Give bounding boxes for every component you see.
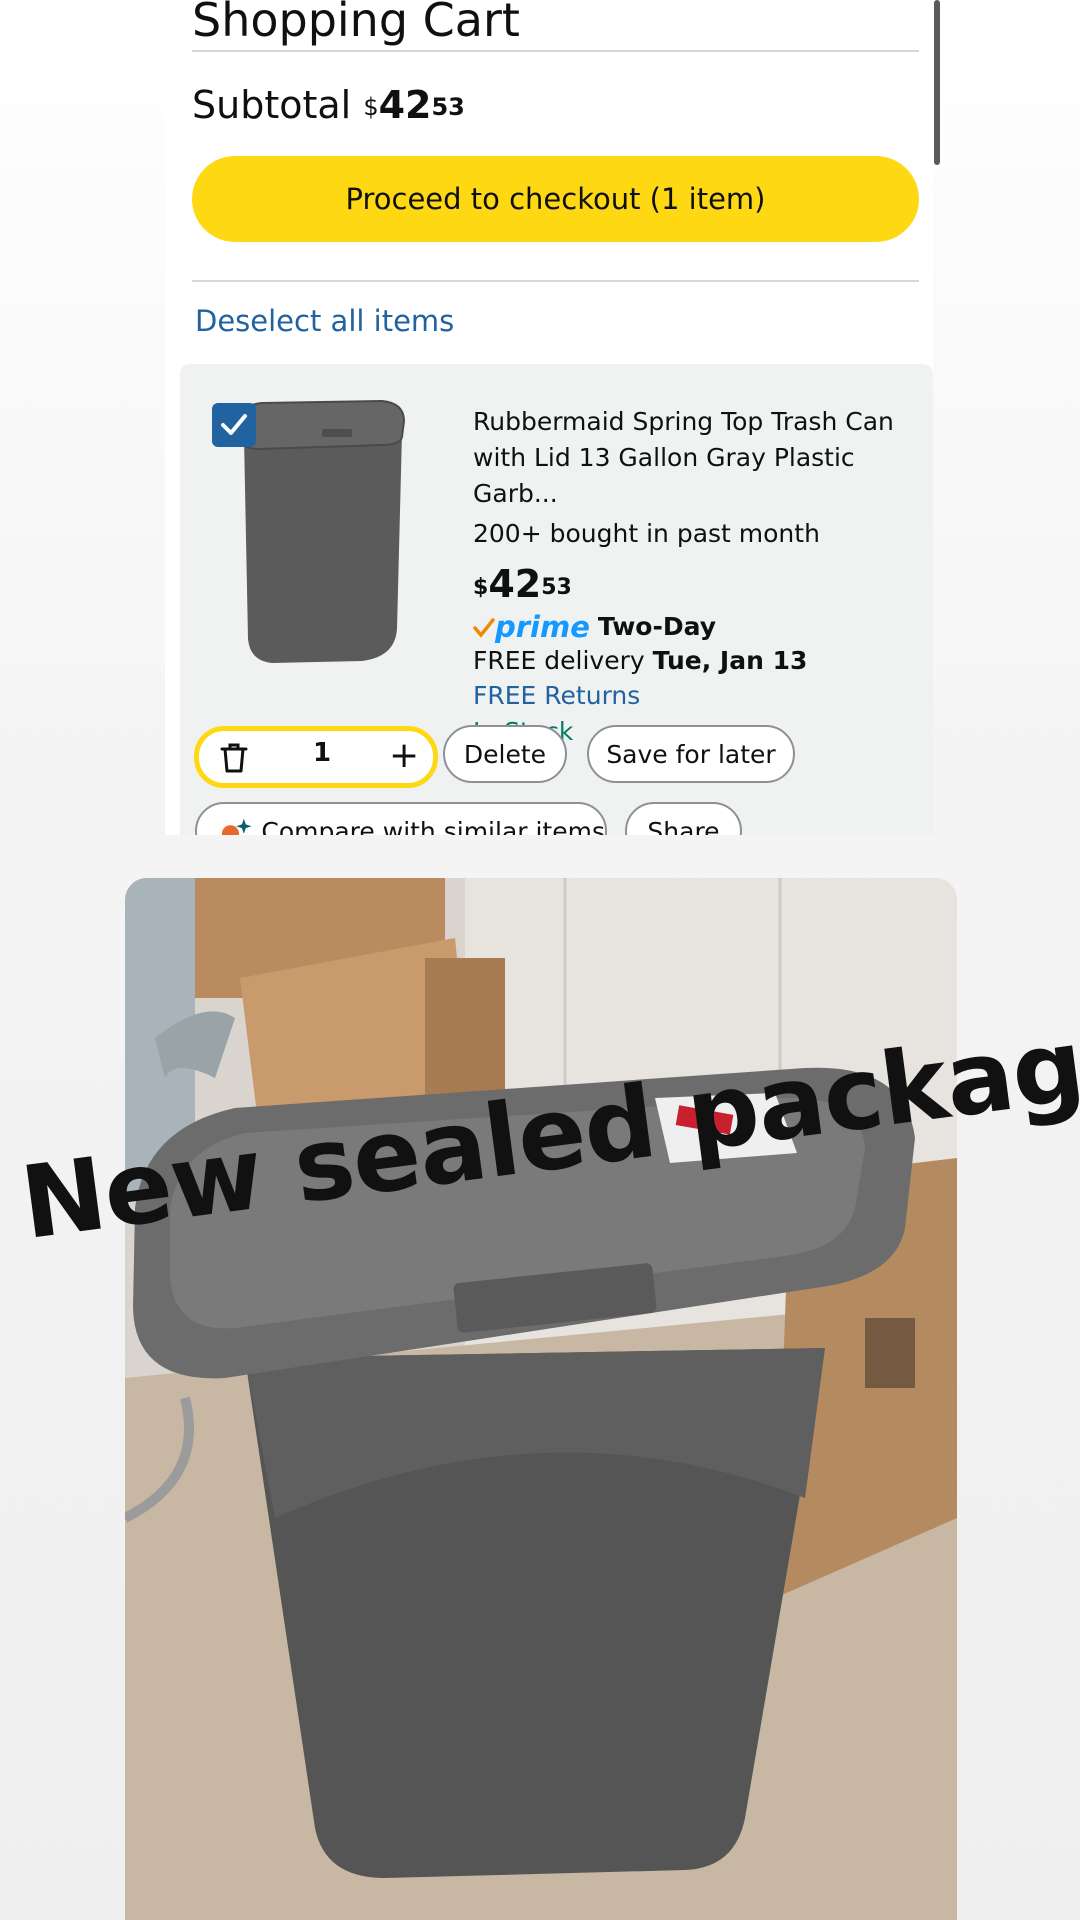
prime-check-icon xyxy=(473,618,495,638)
subtotal-dollars: 42 xyxy=(378,83,432,127)
product-title-line-2: with Lid 13 Gallon Gray Plastic Garb... xyxy=(473,443,855,508)
subtotal-currency: $ xyxy=(363,93,379,121)
prime-badge: prime Two-Day xyxy=(473,610,923,644)
item-price-dollars: 42 xyxy=(488,562,542,606)
save-for-later-label: Save for later xyxy=(606,739,776,769)
product-title[interactable]: Rubbermaid Spring Top Trash Can with Lid… xyxy=(473,404,923,512)
item-price-currency: $ xyxy=(473,575,489,600)
title-divider xyxy=(192,50,919,52)
delivery-prefix: FREE delivery xyxy=(473,646,645,675)
delete-button[interactable]: Delete xyxy=(443,725,567,783)
bought-count: 200+ bought in past month xyxy=(473,519,820,548)
shopping-cart-screenshot: Shopping Cart Subtotal $4253 Proceed to … xyxy=(165,0,933,835)
prime-tier: Two-Day xyxy=(597,612,716,641)
delete-label: Delete xyxy=(463,739,547,769)
trash-icon[interactable] xyxy=(219,742,249,774)
save-for-later-button[interactable]: Save for later xyxy=(587,725,795,783)
compare-label: Compare with similar items xyxy=(261,816,605,836)
subtotal-label: Subtotal xyxy=(192,83,352,127)
free-returns-link[interactable]: FREE Returns xyxy=(473,678,923,714)
quantity-stepper[interactable]: 1 + xyxy=(194,726,438,788)
deselect-all-link[interactable]: Deselect all items xyxy=(195,304,454,338)
plus-icon[interactable]: + xyxy=(389,731,419,781)
trash-can-thumbnail[interactable] xyxy=(232,399,407,664)
section-divider xyxy=(192,280,919,282)
subtotal: Subtotal $4253 xyxy=(192,80,465,130)
delivery-info: FREE delivery Tue, Jan 13 xyxy=(473,644,923,678)
item-select-checkbox[interactable] xyxy=(212,403,256,447)
product-title-line-1: Rubbermaid Spring Top Trash Can xyxy=(473,407,894,436)
checkmark-icon xyxy=(221,414,247,435)
checkout-label: Proceed to checkout (1 item) xyxy=(345,182,766,216)
item-price-cents: 53 xyxy=(541,575,572,600)
delivery-date: Tue, Jan 13 xyxy=(652,646,808,675)
product-photo xyxy=(125,878,957,1920)
sparkle-icon xyxy=(221,818,252,835)
item-details: Rubbermaid Spring Top Trash Can with Lid… xyxy=(473,404,923,750)
page-title: Shopping Cart xyxy=(192,0,520,47)
share-button[interactable]: Share xyxy=(625,802,742,835)
quantity-value: 1 xyxy=(312,738,332,768)
scrollbar[interactable] xyxy=(934,0,940,165)
subtotal-cents: 53 xyxy=(431,93,465,121)
prime-word: prime xyxy=(495,610,590,644)
cart-item: Rubbermaid Spring Top Trash Can with Lid… xyxy=(180,364,933,835)
proceed-to-checkout-button[interactable]: Proceed to checkout (1 item) xyxy=(192,156,919,242)
compare-similar-button[interactable]: Compare with similar items xyxy=(195,802,607,835)
item-price: $4253 xyxy=(473,560,923,608)
share-label: Share xyxy=(647,816,720,836)
